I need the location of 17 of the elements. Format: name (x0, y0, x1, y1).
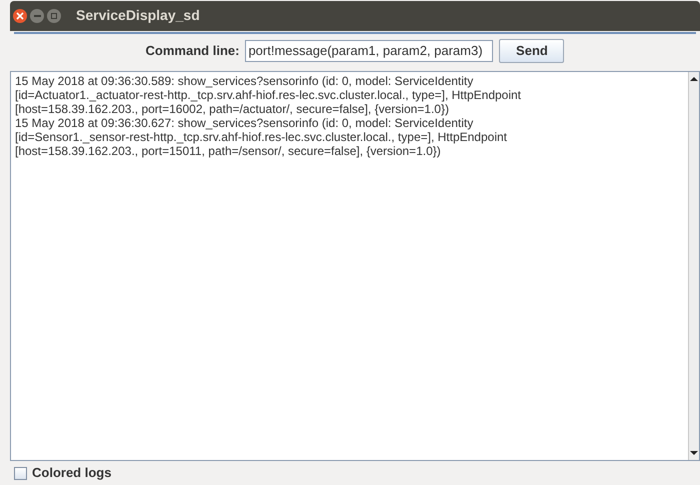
scroll-down-icon[interactable] (690, 450, 698, 456)
close-icon[interactable] (13, 8, 27, 23)
log-line: [id=Sensor1._sensor-rest-http._tcp.srv.ahf-hiof.res-lec.svc.cluster.local., type=], HttpEndpoint (15, 130, 508, 144)
log-line: [host=158.39.162.203., port=16002, path=/actuator/, secure=false], {version=1.0}) (15, 102, 449, 116)
command-input-field[interactable]: port!message(param1, param2, param3) (245, 40, 494, 62)
colored-logs-checkbox[interactable] (14, 466, 27, 480)
log-line: [id=Actuator1._actuator-rest-http._tcp.srv.ahf-hiof.res-lec.svc.cluster.local., type=], HttpEndpoint (15, 88, 522, 102)
maximize-icon[interactable] (47, 8, 61, 23)
log-line: 15 May 2018 at 09:36:30.627: show_services?sensorinfo (id: 0, model: ServiceIdentity (15, 116, 474, 130)
log-line: [host=158.39.162.203., port=15011, path=/sensor/, secure=false], {version=1.0}) (15, 144, 441, 158)
send-button[interactable]: Send (499, 38, 564, 63)
scrollbar[interactable] (688, 72, 699, 460)
log-line: 15 May 2018 at 09:36:30.589: show_services?sensorinfo (id: 0, model: ServiceIdentity (15, 74, 474, 88)
colored-logs-label: Colored logs (32, 464, 112, 482)
scroll-up-icon[interactable] (690, 76, 698, 82)
command-line-label: Command line: (146, 42, 240, 60)
window-title: ServiceDisplay_sd (76, 6, 200, 26)
